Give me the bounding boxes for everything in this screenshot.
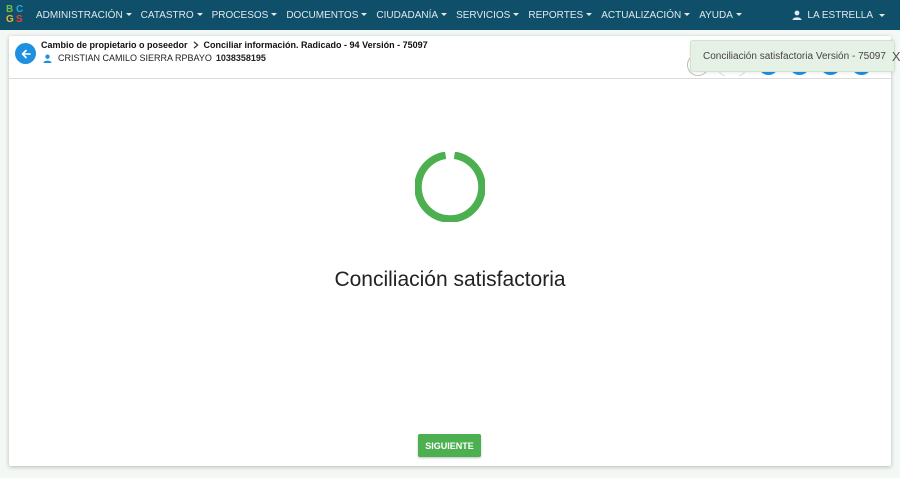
menu-catastro[interactable]: CATASTRO [141, 10, 203, 21]
caret-down-icon [586, 12, 593, 16]
menu-actualizacion[interactable]: ACTUALIZACIÓN [601, 9, 691, 21]
logo-letter-s: S [16, 14, 23, 25]
breadcrumb-parent[interactable]: Cambio de propietario o poseedor [41, 40, 188, 50]
menu-label: ACTUALIZACIÓN [601, 9, 682, 21]
menu-label: PROCESOS [211, 9, 269, 21]
user-icon [792, 10, 802, 20]
next-button[interactable]: SIGUIENTE [418, 434, 481, 457]
app-logo[interactable]: B C G S [5, 4, 27, 26]
menu-label: DOCUMENTOS [286, 9, 359, 21]
menu-label: ADMINISTRACIÓN [36, 9, 123, 21]
person-info: CRISTIAN CAMILO SIERRA RPBAYO 1038358195 [43, 53, 266, 63]
person-icon [43, 54, 52, 63]
menu-label: SERVICIOS [456, 9, 511, 21]
breadcrumb-current: Conciliar información. Radicado - 94 Ver… [203, 40, 428, 50]
person-name: CRISTIAN CAMILO SIERRA RPBAYO [58, 53, 212, 63]
main-menu: ADMINISTRACIÓN CATASTRO PROCESOS DOCUMEN… [36, 10, 751, 21]
caret-down-icon [735, 12, 742, 16]
caret-down-icon [441, 12, 448, 16]
chevron-right-icon [193, 41, 199, 49]
menu-label: CATASTRO [140, 9, 194, 21]
logo-letter-g: G [6, 14, 14, 25]
progress-ring-icon [415, 152, 485, 222]
menu-ciudadania[interactable]: CIUDADANÍA [376, 9, 448, 21]
toast-message: Conciliación satisfactoria Versión - 750… [703, 50, 886, 62]
caret-down-icon [879, 13, 885, 17]
caret-down-icon [271, 12, 278, 16]
menu-label: CIUDADANÍA [376, 9, 439, 21]
toast-close-button[interactable]: X [892, 49, 900, 64]
menu-label: AYUDA [699, 9, 733, 21]
menu-administracion[interactable]: ADMINISTRACIÓN [36, 10, 132, 21]
menu-procesos[interactable]: PROCESOS [212, 10, 278, 21]
person-id: 1038358195 [215, 53, 266, 63]
menu-label: REPORTES [528, 9, 584, 21]
back-button[interactable] [15, 43, 36, 64]
caret-down-icon [125, 12, 132, 16]
menu-documentos[interactable]: DOCUMENTOS [286, 9, 368, 21]
user-menu[interactable]: LA ESTRELLA [792, 0, 885, 30]
user-label: LA ESTRELLA [807, 9, 873, 21]
status-title: Conciliación satisfactoria [334, 268, 566, 291]
caret-down-icon [513, 12, 520, 16]
success-toast: Conciliación satisfactoria Versión - 750… [690, 40, 900, 72]
breadcrumb: Cambio de propietario o poseedor Concili… [41, 40, 428, 50]
menu-servicios[interactable]: SERVICIOS [456, 9, 520, 21]
caret-down-icon [196, 12, 203, 16]
main-panel: Cambio de propietario o poseedor Concili… [9, 36, 891, 466]
caret-down-icon [684, 12, 691, 16]
top-navbar: B C G S ADMINISTRACIÓN CATASTRO PROCESOS… [0, 0, 900, 30]
menu-reportes[interactable]: REPORTES [528, 9, 593, 21]
menu-ayuda[interactable]: AYUDA [699, 10, 742, 21]
caret-down-icon [361, 12, 368, 16]
arrow-left-icon [21, 49, 31, 58]
